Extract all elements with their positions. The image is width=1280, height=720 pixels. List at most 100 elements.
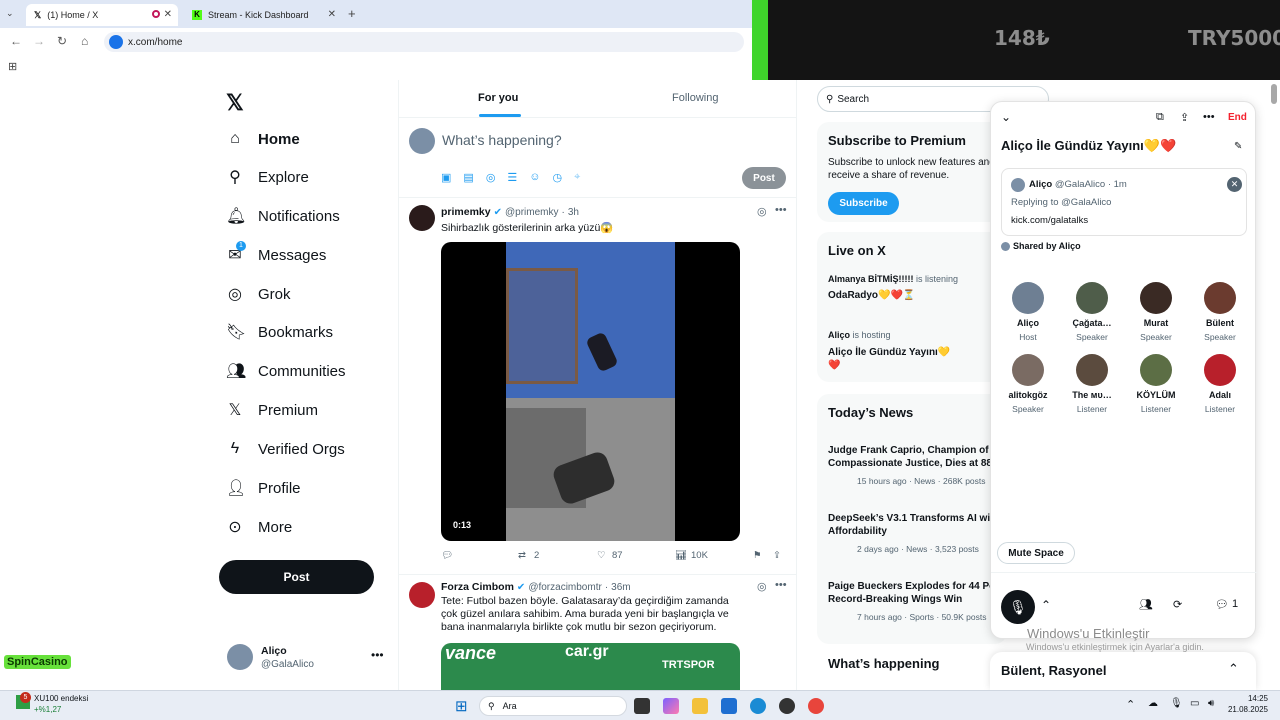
reload-icon[interactable]: ↻: [57, 34, 67, 48]
tweet-time[interactable]: 36m: [611, 582, 630, 593]
back-icon[interactable]: ←: [10, 34, 22, 48]
close-icon[interactable]: ✕: [328, 9, 336, 20]
compose-input[interactable]: What’s happening?: [442, 132, 562, 148]
share-icon[interactable]: ⇪: [1180, 111, 1189, 124]
tab-for-you[interactable]: For you: [478, 92, 518, 104]
home-button-icon[interactable]: ⌂: [81, 34, 88, 48]
messages-drawer[interactable]: Bülent, Rasyonel ⌃: [990, 652, 1256, 690]
participant[interactable]: Bülent Speaker: [1188, 282, 1252, 342]
clock-date[interactable]: 21.08.2025: [1216, 705, 1268, 714]
people-icon[interactable]: 👥︎: [1139, 598, 1153, 611]
sidebar-item-more[interactable]: ⊙ More: [226, 512, 292, 542]
end-space-button[interactable]: End: [1228, 112, 1247, 123]
compose-post-button[interactable]: Post: [742, 167, 786, 189]
mute-space-button[interactable]: Mute Space: [997, 542, 1075, 564]
grok-icon[interactable]: ◎: [757, 580, 767, 593]
grok-icon[interactable]: ◎: [486, 171, 496, 184]
replies-button[interactable]: 💬︎ 1: [1215, 598, 1238, 611]
shared-link[interactable]: kick.com/galatalks: [1011, 215, 1088, 226]
copilot-icon[interactable]: [663, 698, 679, 714]
sidebar-item-verified-orgs[interactable]: ϟ Verified Orgs: [226, 434, 345, 464]
share-icon[interactable]: ⇪: [773, 550, 781, 561]
dock-icon[interactable]: ⧉: [1156, 111, 1164, 124]
tweet-video[interactable]: 0:13: [441, 242, 740, 541]
sidebar-item-communities[interactable]: 👥︎ Communities: [226, 356, 346, 386]
live-item[interactable]: Almanya BİTMİŞ!!!!! is listening: [828, 274, 958, 284]
tweet-author-name[interactable]: Forza Cimbom: [441, 581, 514, 593]
grok-icon[interactable]: ◎: [757, 205, 767, 218]
chevron-up-icon[interactable]: ⌃: [1126, 698, 1135, 711]
bookmark-icon[interactable]: ⚑: [753, 550, 762, 561]
tweet-time[interactable]: 3h: [568, 207, 579, 218]
schedule-icon[interactable]: ◷: [553, 171, 563, 184]
cloud-icon[interactable]: ☁: [1148, 698, 1158, 709]
more-icon[interactable]: •••: [1203, 111, 1215, 123]
live-space-title[interactable]: Aliço İle Gündüz Yayını💛❤️: [828, 346, 958, 372]
shared-post[interactable]: Aliço @GalaAlico · 1m Replying to @GalaA…: [1001, 168, 1247, 236]
poll-icon[interactable]: ☰: [507, 171, 517, 184]
retweet-icon[interactable]: ⇄: [518, 550, 526, 561]
tweet-author-name[interactable]: primemky: [441, 206, 491, 218]
sidebar-item-home[interactable]: ⌂ Home: [226, 124, 300, 154]
edge-icon[interactable]: [750, 698, 766, 714]
gif-icon[interactable]: ▤: [463, 171, 473, 184]
close-icon[interactable]: ✕: [164, 9, 172, 20]
edit-icon[interactable]: ✎: [1234, 141, 1242, 152]
obs-icon[interactable]: [779, 698, 795, 714]
chrome-icon[interactable]: [808, 698, 824, 714]
sidebar-item-profile[interactable]: 👤︎ Profile: [226, 473, 301, 503]
tab-following[interactable]: Following: [672, 92, 718, 104]
task-view-icon[interactable]: [634, 698, 650, 714]
file-explorer-icon[interactable]: [692, 698, 708, 714]
react-icon[interactable]: ⟳: [1173, 598, 1182, 611]
account-switcher[interactable]: Aliço @GalaAlico •••: [227, 644, 387, 674]
x-logo-icon[interactable]: 𝕏: [226, 90, 244, 116]
scrollbar[interactable]: [1271, 84, 1277, 104]
participant[interactable]: Aliço Host: [996, 282, 1060, 342]
tweet-handle[interactable]: @primemky: [505, 207, 559, 218]
url-input[interactable]: x.com/home: [104, 32, 744, 52]
sidebar-item-messages[interactable]: ✉ 1 Messages: [226, 240, 326, 270]
like-icon[interactable]: ♡: [597, 550, 606, 561]
post-button[interactable]: Post: [219, 560, 374, 594]
sidebar-item-premium[interactable]: 𝕏 Premium: [226, 395, 318, 425]
avatar[interactable]: [409, 205, 435, 231]
tweet[interactable]: primemky ✔ @primemky · 3h ◎ ••• Sihirbaz…: [399, 198, 796, 574]
apps-grid-icon[interactable]: ⊞: [8, 60, 17, 73]
store-icon[interactable]: [721, 698, 737, 714]
participant[interactable]: Çağata… Speaker: [1060, 282, 1124, 342]
participant[interactable]: The мυ… Listener: [1060, 354, 1124, 414]
site-info-icon[interactable]: [109, 35, 123, 49]
participant[interactable]: KÖYLÜM Listener: [1124, 354, 1188, 414]
clock-time[interactable]: 14:25: [1230, 694, 1268, 703]
tab-list-icon[interactable]: ⌄: [6, 8, 14, 19]
expand-icon[interactable]: ⌃: [1228, 661, 1239, 677]
tab-x-home[interactable]: 𝕏 (1) Home / X ✕: [26, 4, 178, 26]
views-icon[interactable]: 📊︎: [675, 550, 687, 561]
tweet-handle[interactable]: @forzacimbomtr: [528, 582, 602, 593]
tweet-image[interactable]: vance car.gr TRTSPOR: [441, 643, 740, 690]
participant[interactable]: Murat Speaker: [1124, 282, 1188, 342]
participant[interactable]: Adalı Listener: [1188, 354, 1252, 414]
emoji-icon[interactable]: ☺: [529, 171, 540, 184]
volume-icon[interactable]: 🔊︎: [1208, 698, 1214, 709]
taskbar-search[interactable]: ⚲ Ara: [479, 696, 627, 716]
location-icon[interactable]: ⌖: [574, 171, 580, 184]
more-icon[interactable]: •••: [775, 579, 787, 591]
more-icon[interactable]: •••: [775, 204, 787, 216]
live-space-title[interactable]: OdaRadyo💛❤️⏳: [828, 290, 915, 301]
sidebar-item-notifications[interactable]: 🔔︎ Notifications: [226, 201, 340, 231]
tweet[interactable]: Forza Cimbom ✔ @forzacimbomtr · 36m ◎ ••…: [399, 575, 796, 690]
more-icon[interactable]: •••: [371, 648, 384, 662]
microphone-icon[interactable]: 🎙︎: [1001, 590, 1035, 624]
reply-icon[interactable]: 💬︎: [441, 550, 453, 561]
sidebar-item-explore[interactable]: ⚲ Explore: [226, 162, 309, 192]
microphone-icon[interactable]: 🎙︎: [1170, 698, 1183, 709]
windows-start-icon[interactable]: ⊞: [455, 697, 468, 715]
avatar[interactable]: [409, 582, 435, 608]
new-tab-icon[interactable]: +: [348, 6, 356, 21]
close-icon[interactable]: ✕: [1227, 177, 1242, 192]
stock-name[interactable]: XU100 endeksi: [34, 694, 88, 703]
sidebar-item-bookmarks[interactable]: 🔖︎ Bookmarks: [226, 317, 333, 347]
participant[interactable]: alitokgöz Speaker: [996, 354, 1060, 414]
